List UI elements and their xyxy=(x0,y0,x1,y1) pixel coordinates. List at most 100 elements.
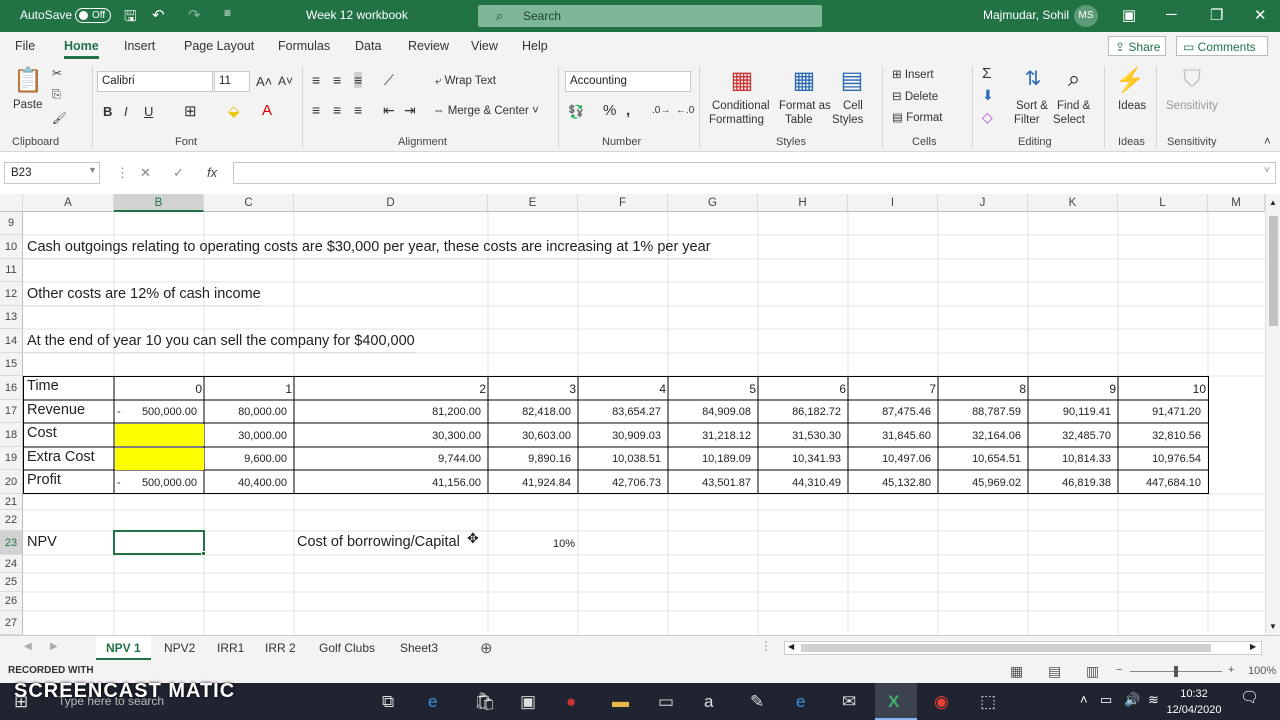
tab-help[interactable]: Help xyxy=(522,39,548,53)
revenue-6[interactable]: 86,182.72 xyxy=(758,406,841,418)
merge-center-button[interactable]: ⇔ Merge & Center ˅ xyxy=(433,105,539,117)
fill-handle[interactable] xyxy=(201,551,206,556)
extra-3[interactable]: 9,890.16 xyxy=(488,453,571,465)
profit-9[interactable]: 46,819.38 xyxy=(1028,477,1111,489)
col-header-j[interactable]: J xyxy=(938,194,1028,212)
borders-icon[interactable]: ⊞ xyxy=(184,102,197,120)
tab-file[interactable]: File xyxy=(15,39,35,53)
col-header-g[interactable]: G xyxy=(668,194,758,212)
clear-icon[interactable]: ◇ xyxy=(982,109,993,126)
revenue-2[interactable]: 81,200.00 xyxy=(294,406,481,418)
clock-time[interactable]: 10:32 xyxy=(1169,687,1219,701)
label-extra-cost[interactable]: Extra Cost xyxy=(27,449,95,465)
row-header-17[interactable]: 17 xyxy=(0,400,23,423)
rate-value[interactable]: 10% xyxy=(488,538,575,550)
font-name-select[interactable]: Calibri xyxy=(97,71,213,92)
sheet-tab-npv2[interactable]: NPV2 xyxy=(154,636,205,660)
excel-icon[interactable]: X xyxy=(888,692,899,712)
tab-split-icon[interactable]: ⋮ xyxy=(760,639,772,653)
zoom-slider-thumb[interactable] xyxy=(1174,666,1178,677)
edge-icon[interactable]: e xyxy=(428,692,437,712)
format-cells-button[interactable]: ▤ Format xyxy=(892,110,942,124)
percent-icon[interactable]: % xyxy=(603,102,616,119)
format-as-table-label-2[interactable]: Table xyxy=(785,114,813,126)
amazon-icon[interactable]: a xyxy=(704,692,713,712)
paste-icon[interactable]: 📋 xyxy=(8,66,48,95)
row-header-14[interactable]: 14 xyxy=(0,329,23,353)
col-header-b[interactable]: B xyxy=(114,194,204,212)
copy-icon[interactable]: ⎘ xyxy=(52,89,61,102)
cell-styles-label-2[interactable]: Styles xyxy=(832,114,863,126)
conditional-formatting-icon[interactable]: ▦ xyxy=(722,66,762,95)
sort-filter-label[interactable]: Sort & xyxy=(1016,100,1048,112)
conditional-formatting-label[interactable]: Conditional xyxy=(712,100,770,112)
sheet-tab-sheet3[interactable]: Sheet3 xyxy=(390,636,448,660)
col-header-m[interactable]: M xyxy=(1208,194,1265,212)
autosum-icon[interactable]: Σ xyxy=(982,65,991,82)
row-header-26[interactable]: 26 xyxy=(0,592,23,611)
tab-formulas[interactable]: Formulas xyxy=(278,39,330,53)
ribbon-display-icon[interactable]: ▣ xyxy=(1122,6,1136,24)
profit-7[interactable]: 45,132.80 xyxy=(848,477,931,489)
revenue-7[interactable]: 87,475.46 xyxy=(848,406,931,418)
next-sheet-icon[interactable]: ▶ xyxy=(50,641,58,652)
zoom-level[interactable]: 100% xyxy=(1248,665,1276,677)
wifi-icon[interactable]: ≋ xyxy=(1148,693,1159,707)
cell-a10[interactable]: Cash outgoings relating to operating cos… xyxy=(23,235,711,259)
ideas-label[interactable]: Ideas xyxy=(1118,100,1146,112)
extra-2[interactable]: 9,744.00 xyxy=(294,453,481,465)
time-8[interactable]: 8 xyxy=(938,382,1026,396)
screen-capture-icon[interactable]: ⬚ xyxy=(980,692,996,712)
insert-function-icon[interactable]: fx xyxy=(207,165,217,180)
row-header-12[interactable]: 12 xyxy=(0,282,23,306)
cost-9[interactable]: 32,485.70 xyxy=(1028,430,1111,442)
comma-style-icon[interactable]: , xyxy=(626,102,630,119)
col-header-i[interactable]: I xyxy=(848,194,938,212)
row-header-15[interactable]: 15 xyxy=(0,353,23,376)
col-header-l[interactable]: L xyxy=(1118,194,1208,212)
worksheet-grid[interactable]: A B C D E F G H I J K L M 9 10 11 12 13 … xyxy=(0,194,1265,635)
time-5[interactable]: 5 xyxy=(668,382,756,396)
extra-9[interactable]: 10,814.33 xyxy=(1028,453,1111,465)
user-name[interactable]: Majmudar, Sohil xyxy=(983,8,1069,22)
hscroll-thumb[interactable] xyxy=(801,644,1211,652)
align-right-icon[interactable]: ≡ xyxy=(354,102,362,118)
col-header-c[interactable]: C xyxy=(204,194,294,212)
show-hidden-icons[interactable]: ˄ xyxy=(1080,693,1088,707)
collapse-ribbon-icon[interactable]: ˄ xyxy=(1264,136,1271,148)
row-header-24[interactable]: 24 xyxy=(0,555,23,573)
row-header-20[interactable]: 20 xyxy=(0,470,23,494)
format-as-table-label[interactable]: Format as xyxy=(779,100,831,112)
profit-1[interactable]: 40,400.00 xyxy=(204,477,287,489)
share-button[interactable]: ⇪ Share xyxy=(1108,36,1166,56)
cell-b19-highlight[interactable] xyxy=(115,448,204,470)
scroll-down-icon[interactable]: ▼ xyxy=(1269,622,1277,631)
profit-5[interactable]: 43,501.87 xyxy=(668,477,751,489)
extra-1[interactable]: 9,600.00 xyxy=(204,453,287,465)
cell-a14[interactable]: At the end of year 10 you can sell the c… xyxy=(23,329,415,353)
revenue-4[interactable]: 83,654.27 xyxy=(578,406,661,418)
search-box[interactable]: ⌕ Search xyxy=(478,5,822,27)
sort-filter-label-2[interactable]: Filter xyxy=(1014,114,1040,126)
file-explorer-icon[interactable]: ▬ xyxy=(612,692,629,712)
increase-decimal-icon[interactable]: .0→ xyxy=(652,105,670,116)
increase-indent-icon[interactable]: ⇥ xyxy=(404,102,416,119)
label-revenue[interactable]: Revenue xyxy=(27,402,85,418)
time-9[interactable]: 9 xyxy=(1028,382,1116,396)
page-layout-view-icon[interactable]: ▤ xyxy=(1048,663,1061,680)
cost-5[interactable]: 31,218.12 xyxy=(668,430,751,442)
decrease-indent-icon[interactable]: ⇤ xyxy=(383,102,395,119)
cost-1[interactable]: 30,000.00 xyxy=(204,430,287,442)
mail-icon[interactable]: ✉ xyxy=(842,692,856,712)
orientation-icon[interactable]: ⟋ xyxy=(384,72,394,89)
ideas-icon[interactable]: ⚡ xyxy=(1110,66,1150,95)
chrome-icon[interactable]: ◉ xyxy=(934,692,949,712)
cancel-icon[interactable]: ✕ xyxy=(140,165,151,181)
number-format-select[interactable]: Accounting xyxy=(565,71,691,92)
profit-0[interactable]: 500,000.00 xyxy=(114,477,197,489)
row-header-21[interactable]: 21 xyxy=(0,494,23,510)
profit-3[interactable]: 41,924.84 xyxy=(488,477,571,489)
store-icon[interactable]: 🛍 xyxy=(474,692,496,712)
comments-button[interactable]: ▭ Comments xyxy=(1176,36,1268,56)
profit-4[interactable]: 42,706.73 xyxy=(578,477,661,489)
